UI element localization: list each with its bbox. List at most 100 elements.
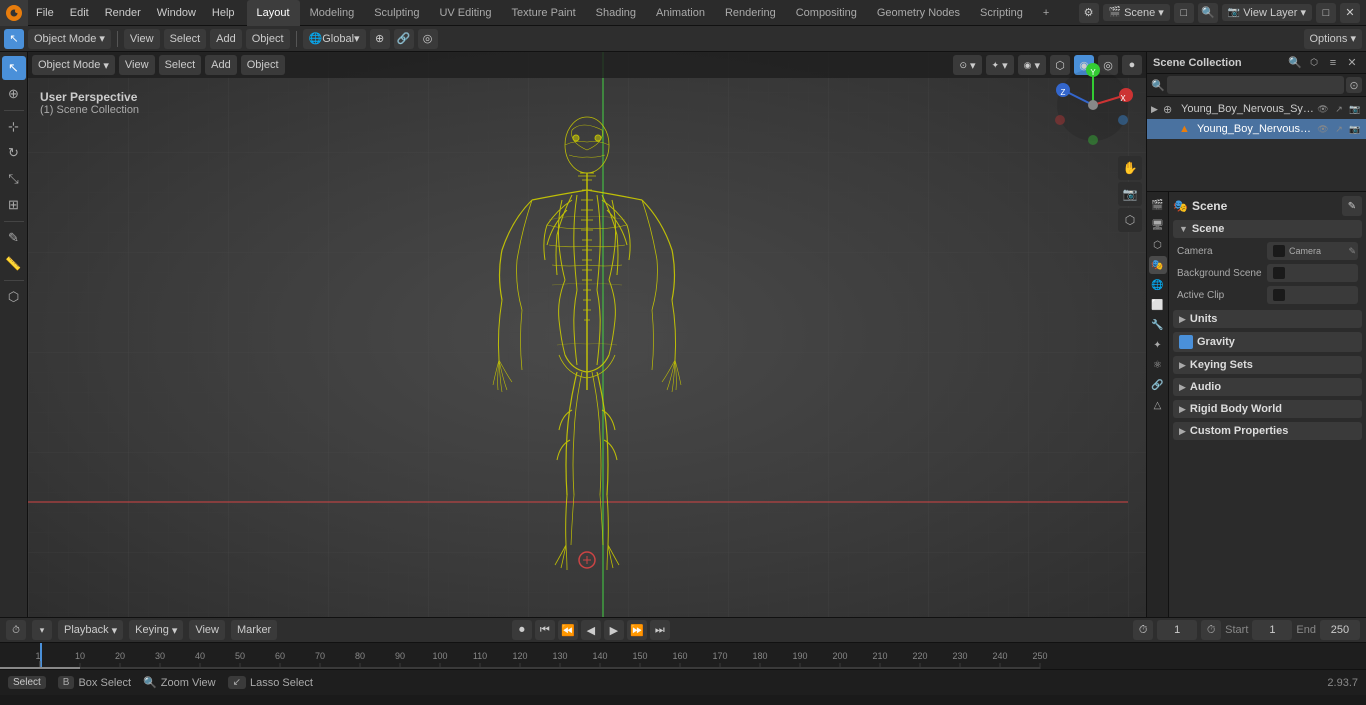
- vis-icon-render2[interactable]: 📷: [1348, 122, 1362, 136]
- tab-scripting[interactable]: Scripting: [970, 0, 1033, 26]
- toolbar-select[interactable]: Select: [164, 29, 207, 49]
- background-scene-value[interactable]: [1267, 264, 1358, 282]
- vp-view-menu[interactable]: View: [119, 55, 155, 75]
- rigid-body-header[interactable]: ▶ Rigid Body World: [1173, 400, 1362, 418]
- outliner-search-input[interactable]: [1167, 76, 1344, 94]
- pivot-btn[interactable]: ⊕: [370, 29, 390, 49]
- units-header[interactable]: ▶ Units: [1173, 310, 1362, 328]
- tab-animation[interactable]: Animation: [646, 0, 715, 26]
- camera-value[interactable]: Camera ✎: [1267, 242, 1358, 260]
- tab-sculpting[interactable]: Sculpting: [364, 0, 429, 26]
- vp-select-menu[interactable]: Select: [159, 55, 202, 75]
- vp-object-mode[interactable]: Object Mode▾: [32, 55, 115, 75]
- options-dropdown[interactable]: Options ▾: [1304, 29, 1363, 49]
- top-right-icon2[interactable]: □: [1174, 3, 1194, 23]
- tab-layout[interactable]: Layout: [247, 0, 300, 26]
- vis-icon-click2[interactable]: ↗: [1332, 122, 1346, 136]
- outliner-filter-icon[interactable]: 🔍: [1287, 55, 1303, 71]
- prop-render-icon[interactable]: 🎬: [1149, 196, 1167, 214]
- timeline-ruler[interactable]: 1 10 20 30 40 50 60 70 80 90 1: [0, 643, 1366, 669]
- prop-object-icon[interactable]: ⬜: [1149, 296, 1167, 314]
- tab-geometry-nodes[interactable]: Geometry Nodes: [867, 0, 970, 26]
- tab-texture-paint[interactable]: Texture Paint: [501, 0, 585, 26]
- tool-rotate[interactable]: ↻: [2, 141, 26, 165]
- prop-settings-btn[interactable]: ✎: [1342, 196, 1362, 216]
- outliner-search-icon[interactable]: ⬡: [1306, 55, 1322, 71]
- vp-tool-layer[interactable]: ⬡: [1118, 208, 1142, 232]
- prop-constraints-icon[interactable]: 🔗: [1149, 376, 1167, 394]
- gravity-header[interactable]: ✓ Gravity: [1173, 332, 1362, 352]
- vp-shading-btn[interactable]: ◉▾: [1018, 55, 1046, 75]
- toolbar-view[interactable]: View: [124, 29, 160, 49]
- scene-section-header[interactable]: ▼ Scene: [1173, 220, 1362, 238]
- timeline-mode-btn[interactable]: ⏱: [6, 620, 26, 640]
- timeline-marker-btn[interactable]: Marker: [231, 620, 277, 640]
- top-right-icon5[interactable]: ✕: [1340, 3, 1360, 23]
- tab-add[interactable]: +: [1033, 0, 1059, 26]
- tool-scale[interactable]: ⤡: [2, 167, 26, 191]
- menu-help[interactable]: Help: [204, 0, 243, 26]
- gravity-checkbox[interactable]: ✓: [1179, 335, 1193, 349]
- tool-add-cube[interactable]: ⬡: [2, 285, 26, 309]
- menu-window[interactable]: Window: [149, 0, 204, 26]
- record-btn[interactable]: ⏺: [512, 620, 532, 640]
- active-clip-value[interactable]: [1267, 286, 1358, 304]
- prop-particles-icon[interactable]: ✦: [1149, 336, 1167, 354]
- transform-global-btn[interactable]: 🌐 Global ▾: [303, 29, 366, 49]
- vis-icon-eye[interactable]: 👁: [1316, 102, 1330, 116]
- top-right-icon4[interactable]: □: [1316, 3, 1336, 23]
- toolbar-object[interactable]: Object: [246, 29, 290, 49]
- vp-tool-hand[interactable]: ✋: [1118, 156, 1142, 180]
- prop-scene-icon[interactable]: 🎭: [1149, 256, 1167, 274]
- step-forward-btn[interactable]: ⏩: [627, 620, 647, 640]
- prop-modifier-icon[interactable]: 🔧: [1149, 316, 1167, 334]
- prop-view-layer-icon[interactable]: ⬡: [1149, 236, 1167, 254]
- vp-tool-camera[interactable]: 📷: [1118, 182, 1142, 206]
- tool-annotate[interactable]: ✎: [2, 226, 26, 250]
- outliner-filter-btn[interactable]: ⊙: [1346, 77, 1362, 93]
- viewport-gizmo[interactable]: X Y Z: [1048, 60, 1138, 150]
- timeline-view-btn[interactable]: View: [189, 620, 225, 640]
- timeline-keying-btn[interactable]: Keying▾: [129, 620, 183, 640]
- jump-start-btn[interactable]: ⏮: [535, 620, 555, 640]
- menu-edit[interactable]: Edit: [62, 0, 97, 26]
- vis-icon-click[interactable]: ↗: [1332, 102, 1346, 116]
- toolbar-object-mode[interactable]: Object Mode ▾: [28, 29, 111, 49]
- outliner-plus-icon[interactable]: ✕: [1344, 55, 1360, 71]
- step-back-btn[interactable]: ⏪: [558, 620, 578, 640]
- vp-object-menu[interactable]: Object: [241, 55, 285, 75]
- prop-output-icon[interactable]: 🖥: [1149, 216, 1167, 234]
- audio-header[interactable]: ▶ Audio: [1173, 378, 1362, 396]
- tool-measure[interactable]: 📏: [2, 252, 26, 276]
- menu-file[interactable]: File: [28, 0, 62, 26]
- custom-props-header[interactable]: ▶ Custom Properties: [1173, 422, 1362, 440]
- outliner-item-mesh[interactable]: ▶ ▲ Young_Boy_Nervous_Syst 👁 ↗ 📷: [1147, 119, 1366, 139]
- proportional-btn[interactable]: ◎: [418, 29, 438, 49]
- timeline-dropdown-btn[interactable]: ▾: [32, 620, 52, 640]
- tab-uv-editing[interactable]: UV Editing: [429, 0, 501, 26]
- tool-transform[interactable]: ⊞: [2, 193, 26, 217]
- toolbar-add[interactable]: Add: [210, 29, 242, 49]
- viewport[interactable]: Object Mode▾ View Select Add Object ⊙▾ ✦…: [28, 52, 1146, 617]
- jump-end-btn[interactable]: ⏭: [650, 620, 670, 640]
- scene-dropdown[interactable]: 🎬 Scene ▾: [1103, 4, 1170, 21]
- time-mode-btn[interactable]: ⏱: [1133, 620, 1153, 640]
- tool-select[interactable]: ↖: [2, 56, 26, 80]
- play-back-btn[interactable]: ◀: [581, 620, 601, 640]
- timeline-playback-btn[interactable]: Playback▾: [58, 620, 123, 640]
- top-right-icon3[interactable]: 🔍: [1198, 3, 1218, 23]
- end-frame-input[interactable]: 250: [1320, 620, 1360, 640]
- prop-data-icon[interactable]: △: [1149, 396, 1167, 414]
- outliner-item-collection[interactable]: ▶ ⊕ Young_Boy_Nervous_System 👁 ↗ 📷: [1147, 99, 1366, 119]
- prop-physics-icon[interactable]: ⚛: [1149, 356, 1167, 374]
- play-btn[interactable]: ▶: [604, 620, 624, 640]
- layer-dropdown[interactable]: 📷 View Layer ▾: [1222, 4, 1312, 21]
- vp-gizmo-btn[interactable]: ✦▾: [986, 55, 1014, 75]
- prop-world-icon[interactable]: 🌐: [1149, 276, 1167, 294]
- toolbar-select-btn[interactable]: ↖: [4, 29, 24, 49]
- vp-add-menu[interactable]: Add: [205, 55, 237, 75]
- keying-sets-header[interactable]: ▶ Keying Sets: [1173, 356, 1362, 374]
- vis-icon-eye2[interactable]: 👁: [1316, 122, 1330, 136]
- tab-compositing[interactable]: Compositing: [786, 0, 867, 26]
- tool-move[interactable]: ⊹: [2, 115, 26, 139]
